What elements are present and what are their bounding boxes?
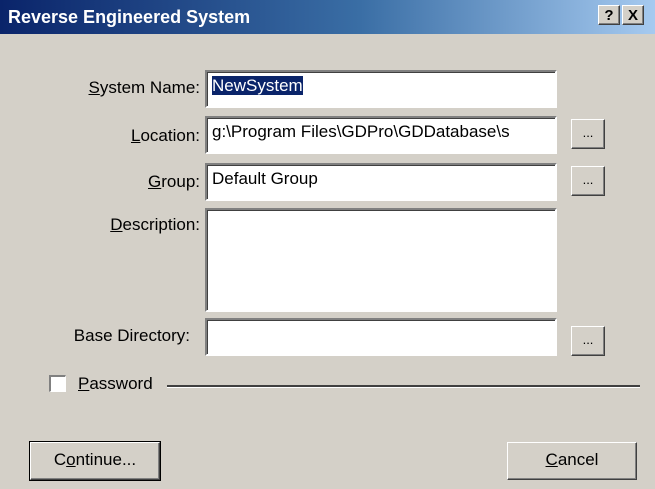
group-value: Default Group: [212, 169, 318, 188]
location-label: Location:: [60, 126, 200, 146]
group-accel: G: [148, 172, 162, 191]
system-name-label: System Name:: [60, 78, 200, 98]
continue-button[interactable]: Continue...: [29, 441, 161, 481]
description-label: Description:: [60, 215, 200, 235]
location-value: g:\Program Files\GDPro\GDDatabase\s: [212, 122, 510, 141]
password-label-text: assword: [89, 374, 153, 393]
group-browse-button[interactable]: ...: [571, 166, 605, 196]
cancel-button[interactable]: Cancel: [507, 442, 637, 480]
continue-accel: o: [66, 450, 76, 469]
cancel-label-text: ancel: [557, 450, 599, 469]
system-name-input[interactable]: NewSystem: [205, 70, 557, 108]
system-name-label-text: ystem Name:: [99, 78, 200, 97]
group-label-text: roup:: [161, 172, 200, 191]
location-label-text: ocation:: [140, 126, 200, 145]
reverse-engineered-system-dialog: Reverse Engineered System ? X System Nam…: [0, 0, 655, 489]
password-group-divider: [167, 385, 640, 388]
base-directory-browse-button[interactable]: ...: [571, 326, 605, 356]
location-input[interactable]: g:\Program Files\GDPro\GDDatabase\s: [205, 116, 557, 154]
password-accel: P: [78, 374, 90, 393]
help-icon[interactable]: ?: [598, 5, 620, 25]
password-checkbox[interactable]: [49, 375, 66, 392]
password-label[interactable]: Password: [78, 374, 153, 394]
continue-label-text: ntinue...: [75, 450, 137, 469]
group-input[interactable]: Default Group: [205, 163, 557, 201]
system-name-value: NewSystem: [212, 76, 303, 95]
close-icon[interactable]: X: [622, 5, 644, 25]
description-label-text: escription:: [122, 215, 200, 234]
window-title: Reverse Engineered System: [8, 7, 251, 27]
title-bar[interactable]: Reverse Engineered System ? X: [0, 0, 655, 34]
group-label: Group:: [60, 172, 200, 192]
cancel-accel: C: [545, 450, 558, 469]
continue-label-pre: C: [53, 450, 67, 469]
system-name-accel: S: [88, 78, 100, 97]
base-directory-input[interactable]: [205, 318, 557, 356]
description-textarea[interactable]: [205, 208, 557, 312]
description-accel: D: [110, 215, 123, 234]
location-browse-button[interactable]: ...: [571, 119, 605, 149]
base-directory-label: Base Directory:: [73, 326, 190, 345]
